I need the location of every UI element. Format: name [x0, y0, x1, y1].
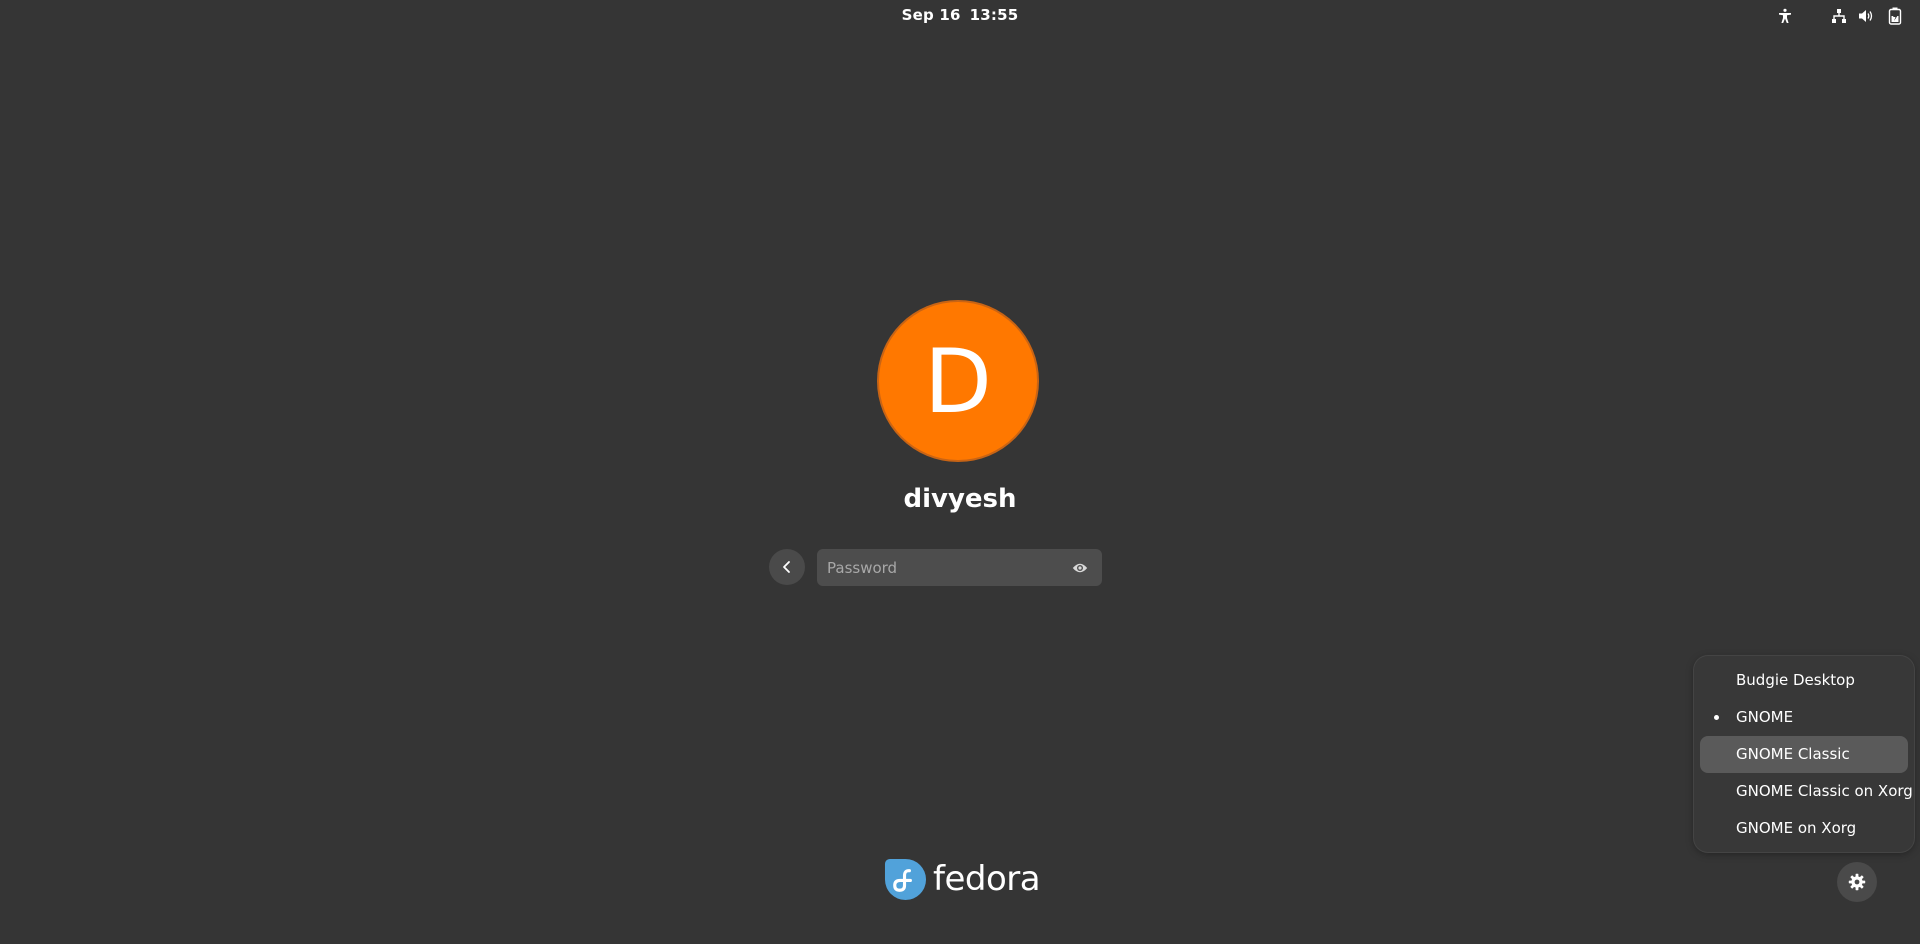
session-item-label: GNOME	[1736, 708, 1794, 726]
avatar-initial: D	[924, 329, 992, 433]
volume-icon[interactable]	[1856, 6, 1876, 26]
gear-icon	[1848, 873, 1866, 891]
battery-icon[interactable]	[1885, 6, 1905, 26]
accessibility-icon[interactable]	[1775, 6, 1795, 26]
session-item-label: GNOME Classic	[1736, 745, 1850, 763]
back-button[interactable]	[769, 549, 805, 585]
fedora-logo-text: fedora	[933, 859, 1041, 899]
network-wired-icon[interactable]	[1829, 6, 1849, 26]
chevron-left-icon	[783, 561, 790, 573]
clock-time: 13:55	[969, 6, 1019, 24]
session-item-label: GNOME Classic on Xorg	[1736, 782, 1913, 800]
session-item-gnome-on-xorg[interactable]: GNOME on Xorg	[1700, 810, 1908, 847]
session-item-budgie-desktop[interactable]: Budgie Desktop	[1700, 662, 1908, 699]
session-menu: Budgie Desktop GNOME GNOME Classic GNOME…	[1694, 656, 1914, 852]
eye-icon	[1072, 563, 1088, 573]
session-item-label: GNOME on Xorg	[1736, 819, 1857, 837]
session-item-gnome[interactable]: GNOME	[1700, 699, 1908, 736]
reveal-password-button[interactable]	[1070, 558, 1090, 578]
clock[interactable]: Sep 16 13:55	[0, 6, 1920, 24]
fedora-infinity-icon	[884, 858, 927, 900]
password-field[interactable]	[817, 549, 1102, 586]
session-item-gnome-classic-on-xorg[interactable]: GNOME Classic on Xorg	[1700, 773, 1913, 810]
session-settings-button[interactable]	[1837, 862, 1877, 902]
session-item-label: Budgie Desktop	[1736, 671, 1855, 689]
top-bar: Sep 16 13:55	[0, 0, 1920, 32]
fedora-logo: fedora	[884, 857, 1041, 901]
password-input[interactable]	[827, 549, 1057, 586]
clock-date: Sep 16	[901, 6, 961, 24]
selected-indicator-icon	[1714, 715, 1719, 720]
username-label: divyesh	[903, 484, 1017, 514]
session-item-gnome-classic[interactable]: GNOME Classic	[1700, 736, 1908, 773]
user-avatar: D	[879, 302, 1037, 460]
